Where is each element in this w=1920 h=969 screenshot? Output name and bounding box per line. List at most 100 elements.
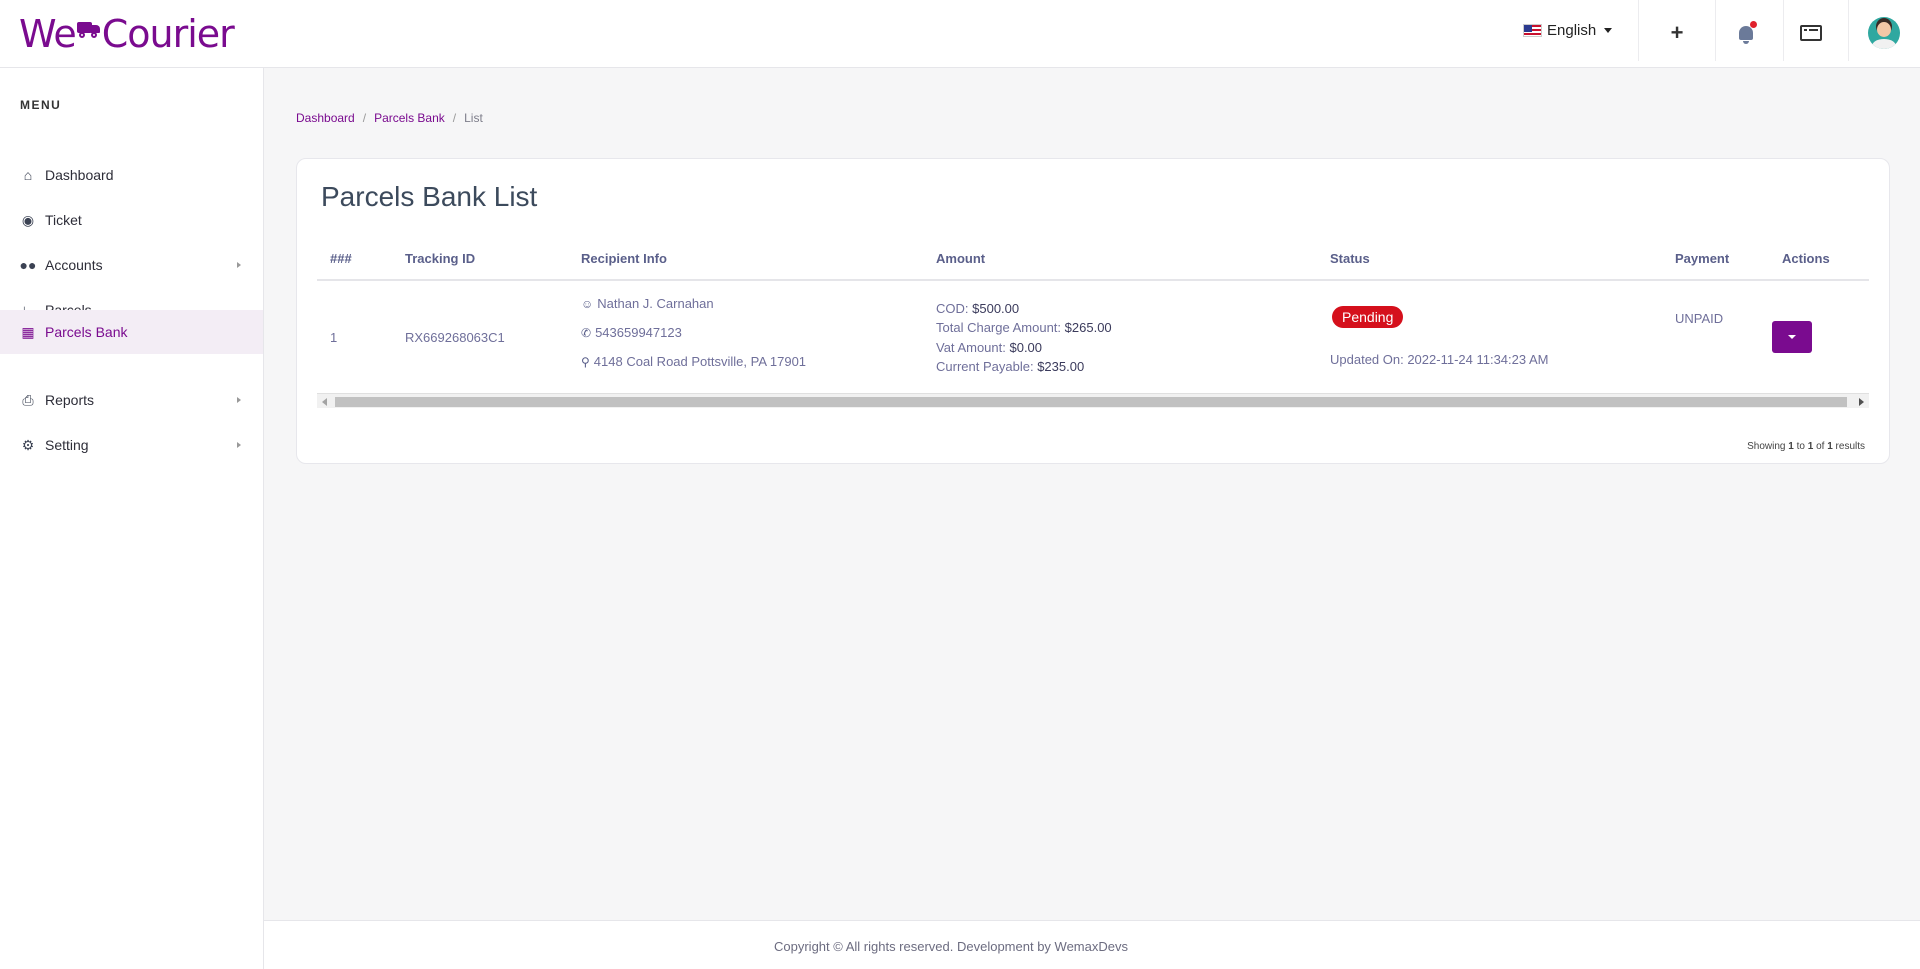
cod-line: COD: $500.00 [936,301,1019,316]
cod-value: $500.00 [972,301,1020,316]
breadcrumb-separator: / [362,111,367,125]
logo[interactable]: We Courier [19,12,235,56]
column-header-payment: Payment [1675,251,1730,266]
menu-title: MENU [20,98,62,112]
footer: Copyright © All rights reserved. Develop… [264,920,1920,969]
showing-prefix: Showing [1747,441,1786,452]
map-marker-icon: ⚲ [581,355,590,369]
copyright-text: Copyright © All rights reserved. Develop… [774,939,1128,954]
vat-value: $0.00 [1009,340,1043,355]
recipient-address-line: ⚲ 4148 Coal Road Pottsville, PA 17901 [581,354,806,369]
breadcrumb-separator: / [452,111,457,125]
updated-on: Updated On: 2022-11-24 11:34:23 AM [1330,352,1549,367]
avatar[interactable] [1868,17,1900,49]
bell-icon [1739,21,1757,44]
table-header-divider [317,279,1869,281]
current-payable-line: Current Payable: $235.00 [936,359,1084,374]
sidebar-item-label: Setting [45,437,89,453]
chevron-right-icon [237,442,241,448]
sidebar-item-label: Parcels Bank [45,324,128,340]
top-header: We Courier English + [0,0,1920,68]
showing-of-word: of [1816,441,1825,452]
sidebar-item-setting[interactable]: ⚙ Setting [0,423,263,467]
horizontal-scrollbar[interactable] [317,393,1869,408]
map-icon: ▦ [21,323,35,340]
sidebar-item-parcels-bank[interactable]: ▦ Parcels Bank [0,310,263,354]
vat-line: Vat Amount: $0.00 [936,340,1042,355]
scroll-left-arrow-icon[interactable] [322,398,327,406]
sidebar: MENU ⌂ Dashboard ◉ Ticket ●● Accounts ∟ … [0,68,264,969]
scrollbar-thumb[interactable] [335,397,1847,407]
plus-icon[interactable]: + [1662,18,1692,48]
sidebar-item-reports[interactable]: ⎙ Reports [0,378,263,422]
list-icon [1800,25,1822,41]
pagination-info: Showing 1 to 1 of 1 results [1747,441,1865,452]
recipient-phone-line: ✆ 543659947123 [581,325,682,340]
parcels-bank-card: Parcels Bank List ### Tracking ID Recipi… [296,158,1890,464]
recipient-phone: 543659947123 [595,325,682,340]
column-header-amount: Amount [936,251,986,266]
showing-from: 1 [1788,441,1794,452]
column-header-status: Status [1330,251,1370,266]
recipient-name: Nathan J. Carnahan [597,296,714,311]
tracking-id: RX669268063C1 [405,330,505,345]
language-selector[interactable]: English [1523,22,1613,39]
breadcrumb: Dashboard / Parcels Bank / List [296,111,483,125]
comments-icon: ◉ [21,211,35,228]
language-label: English [1547,22,1597,39]
users-icon: ●● [19,257,37,273]
recipient-address: 4148 Coal Road Pottsville, PA 17901 [593,354,807,369]
chevron-right-icon [237,397,241,403]
sidebar-item-ticket[interactable]: ◉ Ticket [0,198,263,242]
column-header-actions: Actions [1782,251,1830,266]
recipient-name-line: ☺ Nathan J. Carnahan [581,296,714,311]
payment-status: UNPAID [1675,311,1724,326]
column-header-tracking-id: Tracking ID [405,251,476,266]
column-header-index: ### [330,251,352,266]
total-charge-line: Total Charge Amount: $265.00 [936,320,1112,335]
home-icon: ⌂ [23,167,33,183]
sidebar-item-label: Reports [45,392,95,408]
notification-dot [1750,21,1757,28]
scroll-right-arrow-icon[interactable] [1859,398,1864,406]
showing-suffix: results [1835,441,1865,452]
showing-to: 1 [1807,441,1814,452]
payable-label: Current Payable: [936,359,1034,374]
phone-icon: ✆ [581,326,592,340]
showing-total: 1 [1827,441,1833,452]
divider [1715,0,1716,61]
caret-down-icon [1788,335,1796,339]
sidebar-item-label: Accounts [45,257,103,273]
list-button[interactable] [1796,18,1826,48]
divider [1638,0,1639,61]
sidebar-item-accounts[interactable]: ●● Accounts [0,243,263,287]
vat-label: Vat Amount: [936,340,1006,355]
actions-dropdown-button[interactable] [1772,321,1812,353]
divider [1783,0,1784,61]
sidebar-item-label: Ticket [45,212,82,228]
truck-icon [76,20,101,38]
column-header-recipient-info: Recipient Info [581,251,667,266]
breadcrumb-parcels-bank[interactable]: Parcels Bank [374,111,445,125]
showing-to-word: to [1796,441,1805,452]
caret-down-icon [1604,28,1613,33]
breadcrumb-current: List [464,111,483,125]
us-flag-icon [1523,24,1542,37]
chevron-right-icon [237,262,241,268]
sidebar-item-dashboard[interactable]: ⌂ Dashboard [0,153,263,197]
notification-button[interactable] [1731,18,1761,48]
row-index: 1 [330,330,338,345]
user-icon: ☺ [581,297,594,311]
breadcrumb-dashboard[interactable]: Dashboard [296,111,355,125]
sidebar-item-label: Dashboard [45,167,114,183]
total-charge-label: Total Charge Amount: [936,320,1062,335]
status-badge: Pending [1332,306,1404,328]
page-title: Parcels Bank List [321,181,538,212]
total-charge-value: $265.00 [1064,320,1112,335]
cod-label: COD: [936,301,969,316]
divider [1848,0,1849,61]
cogs-icon: ⚙ [21,436,35,453]
payable-value: $235.00 [1037,359,1085,374]
logo-text-courier: Courier [101,12,235,56]
print-icon: ⎙ [22,391,34,408]
